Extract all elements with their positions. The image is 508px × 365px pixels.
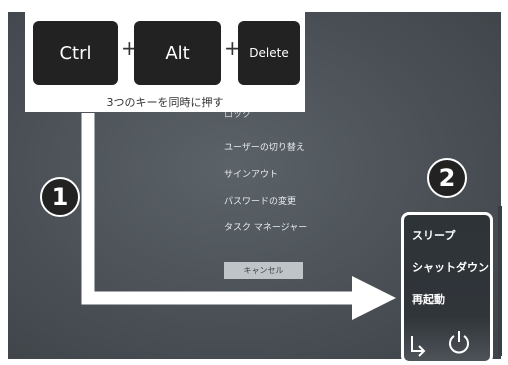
accessibility-icon[interactable] — [406, 333, 430, 357]
shortcut-keys-callout: Ctrl + Alt + Delete 3つのキーを同時に押す — [25, 12, 305, 112]
step-1-badge: 1 — [40, 177, 80, 217]
shutdown-option[interactable]: シャットダウン — [412, 259, 489, 275]
shortcut-caption: 3つのキーを同時に押す — [106, 96, 224, 109]
tutorial-figure: ロック ユーザーの切り替え サインアウト パスワードの変更 タスク マネージャー… — [0, 0, 508, 365]
step-2-badge: 2 — [427, 158, 467, 198]
sleep-option[interactable]: スリープ — [412, 227, 455, 243]
alt-key: Alt — [134, 21, 221, 85]
ctrl-key: Ctrl — [33, 21, 118, 85]
power-icon[interactable] — [446, 329, 472, 355]
restart-option[interactable]: 再起動 — [412, 291, 445, 307]
power-options-panel: スリープ シャットダウン 再起動 — [401, 212, 493, 364]
delete-key: Delete — [238, 21, 300, 85]
